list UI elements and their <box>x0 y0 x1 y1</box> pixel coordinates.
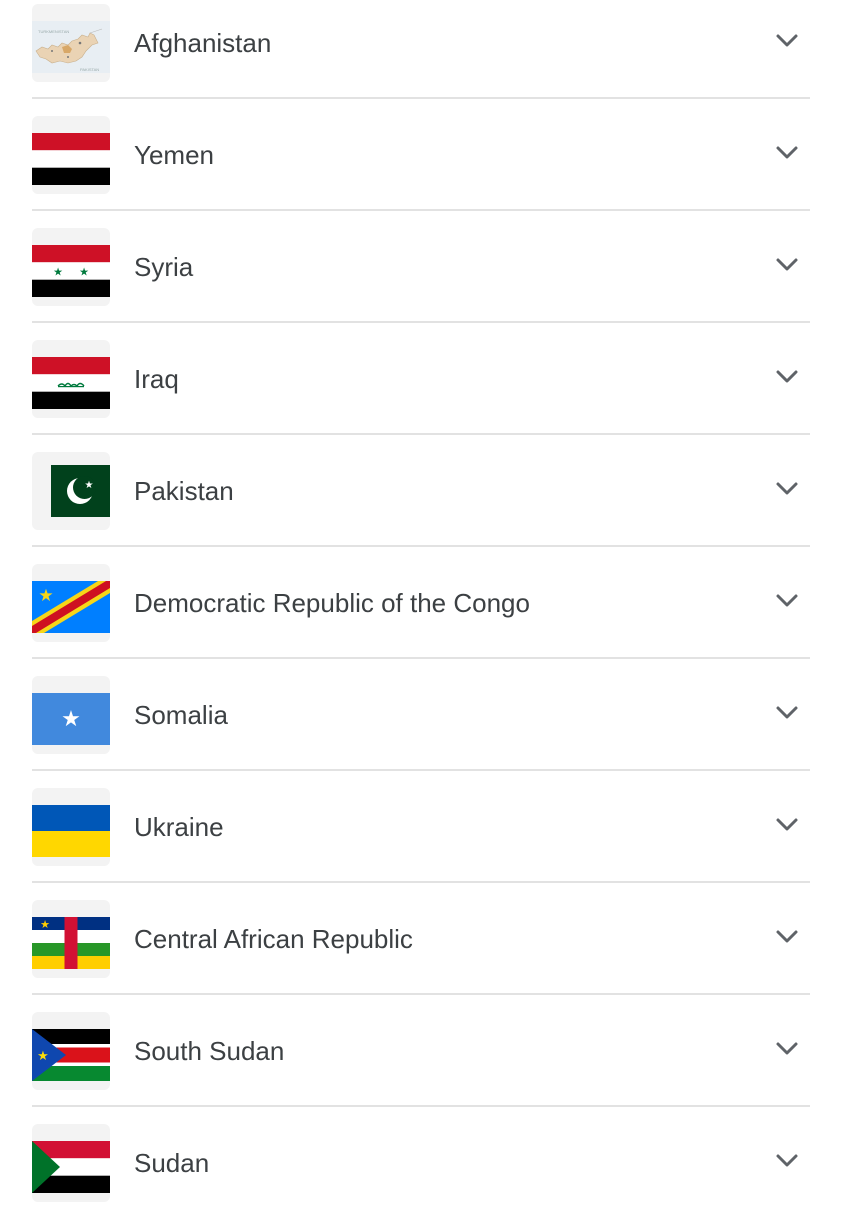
svg-text:★: ★ <box>79 266 89 279</box>
svg-text:★: ★ <box>37 1049 49 1064</box>
country-row-syria[interactable]: ★ ★ Syria <box>0 211 842 323</box>
svg-text:★: ★ <box>38 586 53 606</box>
chevron-down-icon[interactable] <box>775 1153 799 1169</box>
pakistan-flag-icon: ★ <box>32 452 110 530</box>
chevron-down-icon[interactable] <box>775 145 799 161</box>
svg-text:TURKMENISTAN: TURKMENISTAN <box>38 29 69 34</box>
country-row-yemen[interactable]: Yemen <box>0 99 842 211</box>
chevron-down-icon[interactable] <box>775 257 799 273</box>
country-name: Central African Republic <box>134 924 413 954</box>
country-row-pakistan[interactable]: ★ Pakistan <box>0 435 842 547</box>
car-flag-icon: ★ <box>32 900 110 978</box>
country-name: Ukraine <box>134 812 224 842</box>
svg-text:★: ★ <box>40 918 50 931</box>
syria-flag-icon: ★ ★ <box>32 228 110 306</box>
country-name: South Sudan <box>134 1036 285 1066</box>
country-row-sudan[interactable]: Sudan <box>0 1107 842 1219</box>
country-row-drc[interactable]: ★ Democratic Republic of the Congo <box>0 547 842 659</box>
svg-text:★: ★ <box>53 266 63 279</box>
afghanistan-map-icon: TURKMENISTAN PAKISTAN <box>32 4 110 82</box>
country-row-iraq[interactable]: Iraq <box>0 323 842 435</box>
somalia-flag-icon: ★ <box>32 676 110 754</box>
country-name: Yemen <box>134 140 214 170</box>
chevron-down-icon[interactable] <box>775 817 799 833</box>
chevron-down-icon[interactable] <box>775 369 799 385</box>
country-row-ukraine[interactable]: Ukraine <box>0 771 842 883</box>
country-row-central-african-republic[interactable]: ★ Central African Republic <box>0 883 842 995</box>
chevron-down-icon[interactable] <box>775 33 799 49</box>
country-list: TURKMENISTAN PAKISTAN Afghanistan Yemen … <box>0 0 842 1219</box>
chevron-down-icon[interactable] <box>775 929 799 945</box>
country-name: Afghanistan <box>134 28 272 58</box>
country-row-south-sudan[interactable]: ★ South Sudan <box>0 995 842 1107</box>
yemen-flag-icon <box>32 116 110 194</box>
country-name: Sudan <box>134 1148 210 1178</box>
drc-flag-icon: ★ <box>32 564 110 642</box>
ukraine-flag-icon <box>32 788 110 866</box>
country-row-afghanistan[interactable]: TURKMENISTAN PAKISTAN Afghanistan <box>0 0 842 99</box>
country-name: Democratic Republic of the Congo <box>134 588 530 618</box>
south-sudan-flag-icon: ★ <box>32 1012 110 1090</box>
sudan-flag-icon <box>32 1124 110 1202</box>
svg-text:★: ★ <box>85 480 94 491</box>
chevron-down-icon[interactable] <box>775 481 799 497</box>
chevron-down-icon[interactable] <box>775 705 799 721</box>
chevron-down-icon[interactable] <box>775 593 799 609</box>
svg-text:★: ★ <box>61 707 81 732</box>
country-name: Iraq <box>134 364 179 394</box>
country-name: Syria <box>134 252 194 282</box>
iraq-flag-icon <box>32 340 110 418</box>
country-row-somalia[interactable]: ★ Somalia <box>0 659 842 771</box>
chevron-down-icon[interactable] <box>775 1041 799 1057</box>
country-name: Somalia <box>134 700 228 730</box>
svg-text:PAKISTAN: PAKISTAN <box>80 67 99 72</box>
country-name: Pakistan <box>134 476 234 506</box>
